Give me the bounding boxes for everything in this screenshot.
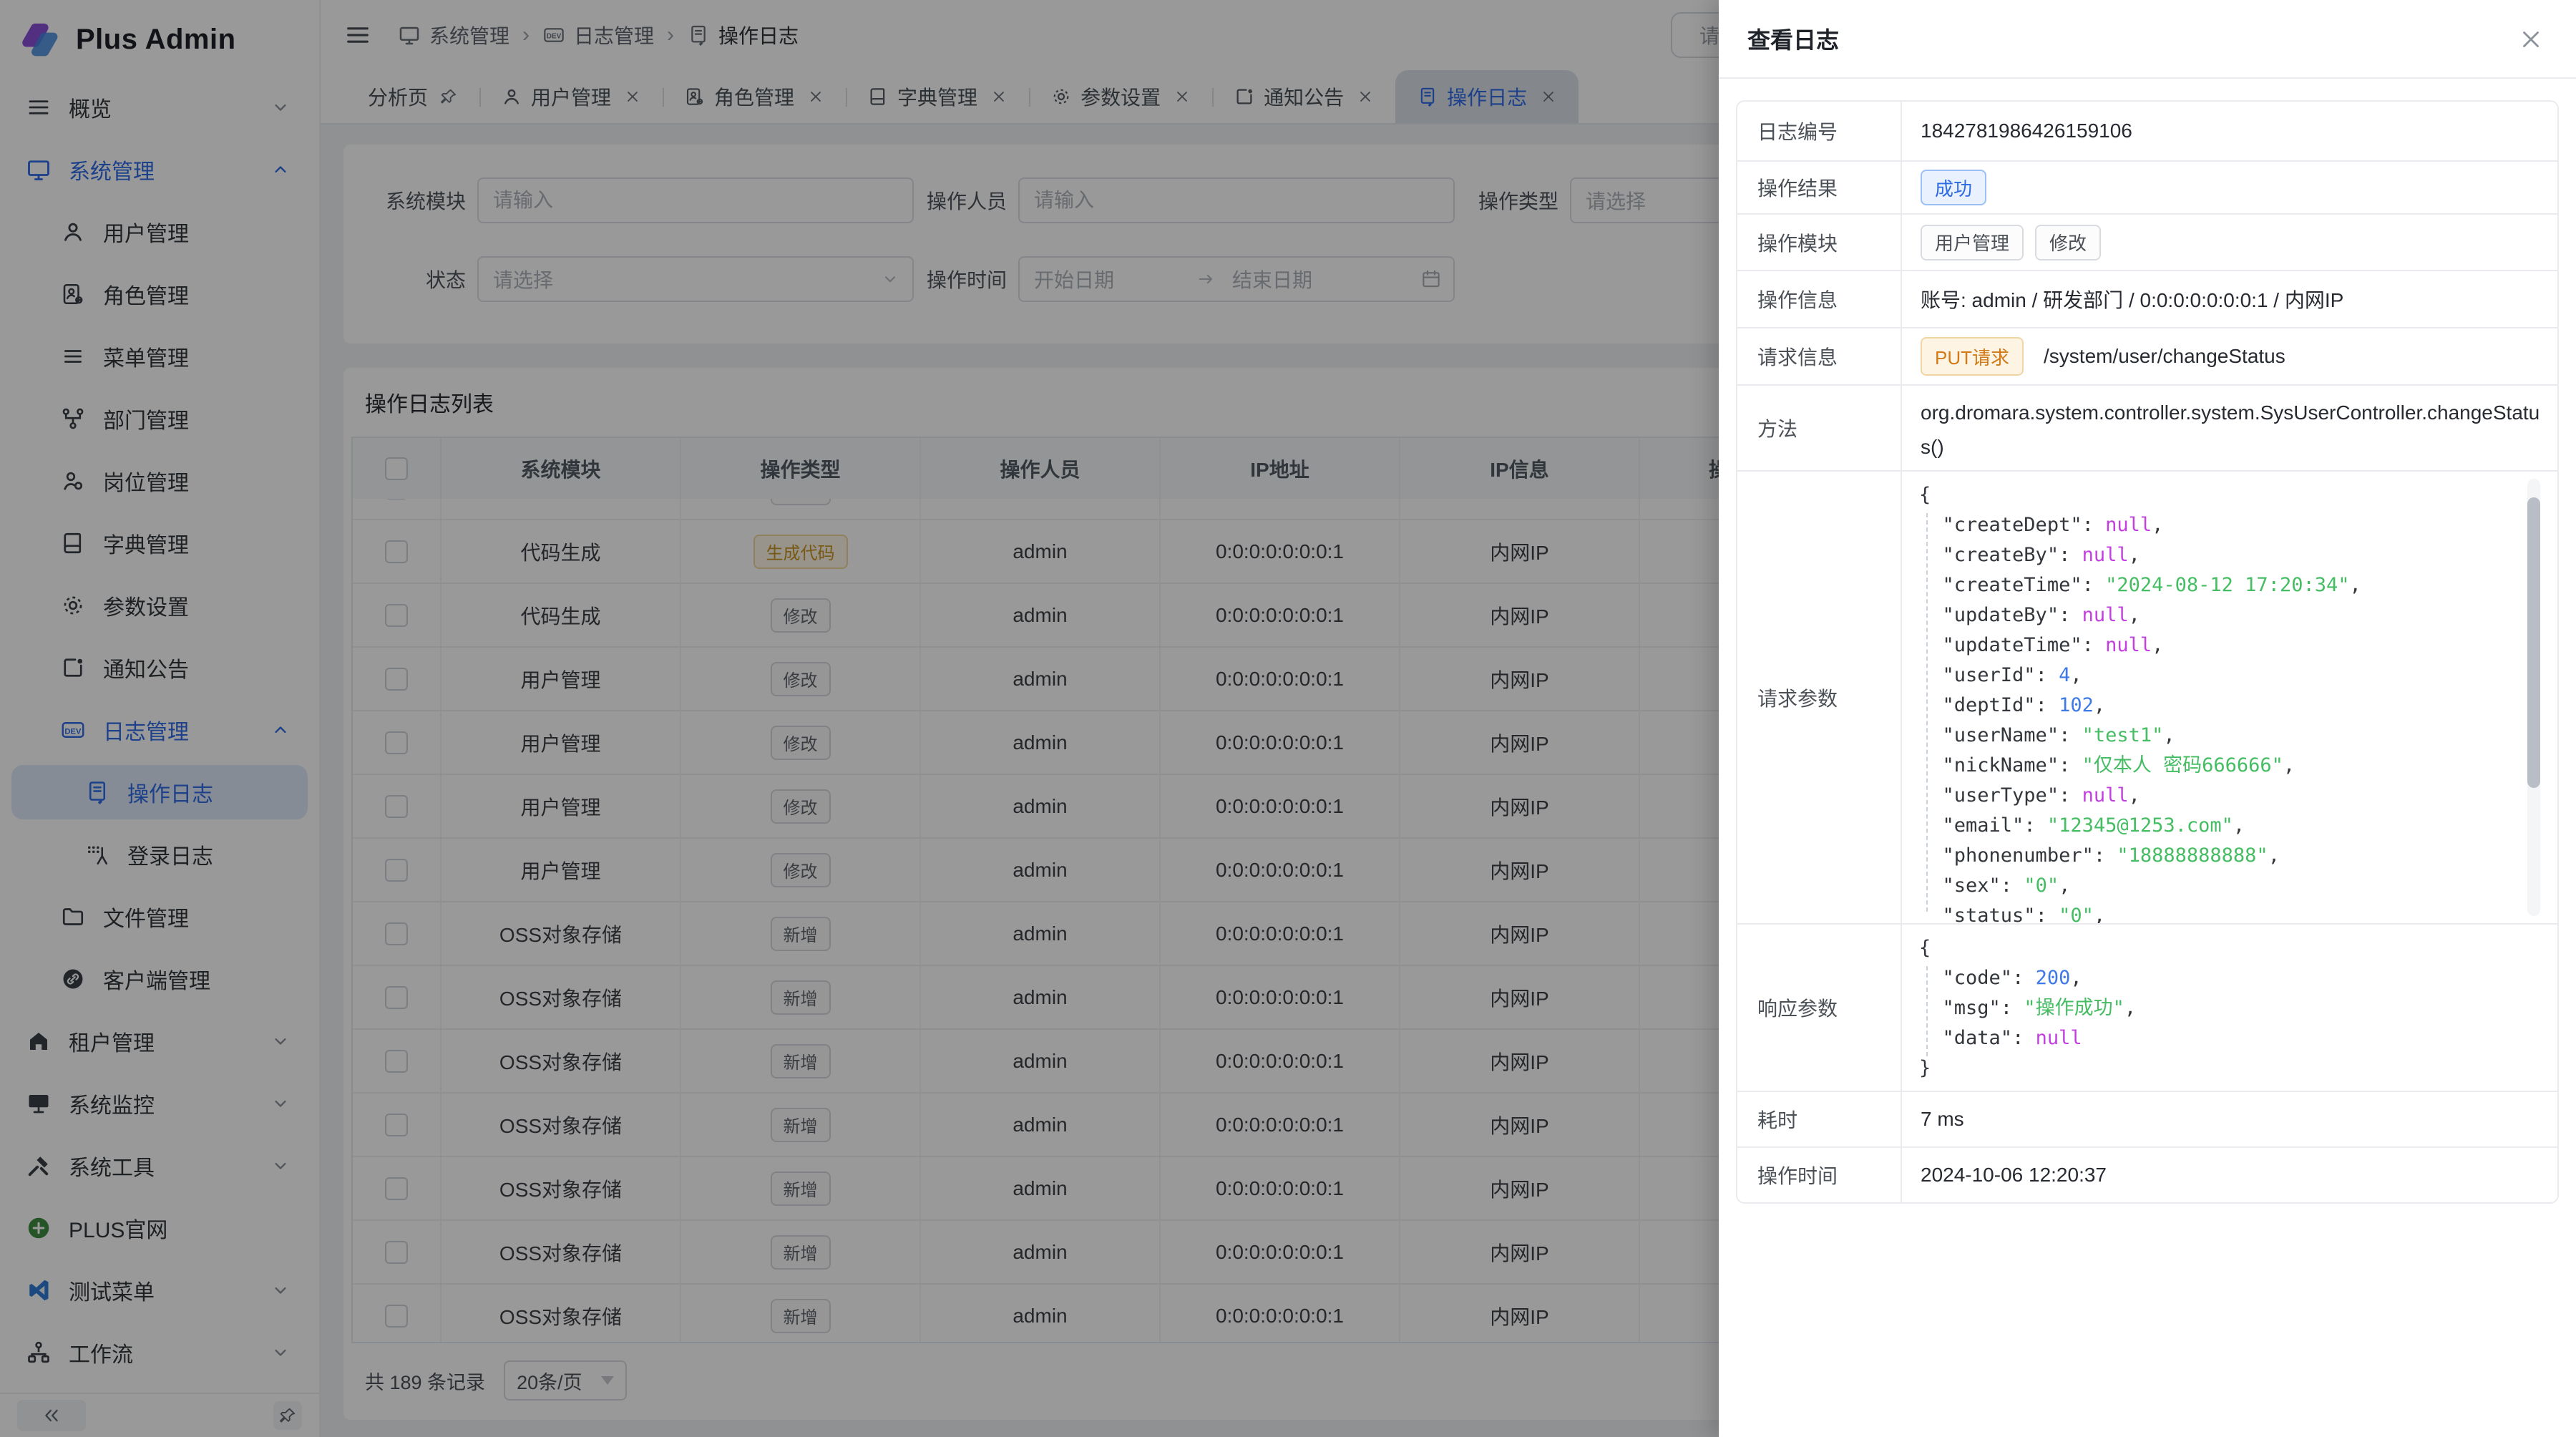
response-params-json: { "code": 200, "msg": "操作成功", "data": nu…: [1902, 925, 2557, 1091]
modal-overlay[interactable]: [0, 0, 1719, 1437]
field-label: 操作结果: [1737, 162, 1902, 213]
field-label: 操作模块: [1737, 215, 1902, 270]
operation-time-value: 2024-10-06 12:20:37: [1902, 1148, 2557, 1202]
http-method-badge: PUT请求: [1921, 337, 2024, 376]
field-label: 日志编号: [1737, 102, 1902, 160]
close-icon[interactable]: [2517, 26, 2545, 53]
field-label: 响应参数: [1737, 925, 1902, 1091]
result-badge: 成功: [1921, 170, 1986, 205]
field-label: 方法: [1737, 386, 1902, 470]
field-label: 请求参数: [1737, 472, 1902, 923]
module-badge: 用户管理: [1921, 225, 2024, 260]
log-detail-table: 日志编号 1842781986426159106 操作结果 成功 操作模块 用户…: [1736, 100, 2559, 1204]
method-value: org.dromara.system.controller.system.Sys…: [1902, 386, 2559, 470]
drawer-header: 查看日志: [1719, 0, 2576, 79]
view-log-drawer: 查看日志 日志编号 1842781986426159106 操作结果 成功 操作…: [1719, 0, 2576, 1437]
field-label: 操作时间: [1737, 1148, 1902, 1202]
module-badge: 修改: [2035, 225, 2101, 260]
operation-info-value: 账号: admin / 研发部门 / 0:0:0:0:0:0:0:1 / 内网I…: [1902, 271, 2557, 327]
request-url: /system/user/changeStatus: [2044, 345, 2285, 368]
cost-value: 7 ms: [1902, 1092, 2557, 1146]
log-id-value: 1842781986426159106: [1902, 102, 2557, 160]
field-label: 操作信息: [1737, 271, 1902, 327]
request-params-json: { "createDept": null, "createBy": null, …: [1902, 472, 2557, 923]
field-label: 请求信息: [1737, 328, 1902, 384]
drawer-title: 查看日志: [1747, 22, 1839, 55]
field-label: 耗时: [1737, 1092, 1902, 1146]
